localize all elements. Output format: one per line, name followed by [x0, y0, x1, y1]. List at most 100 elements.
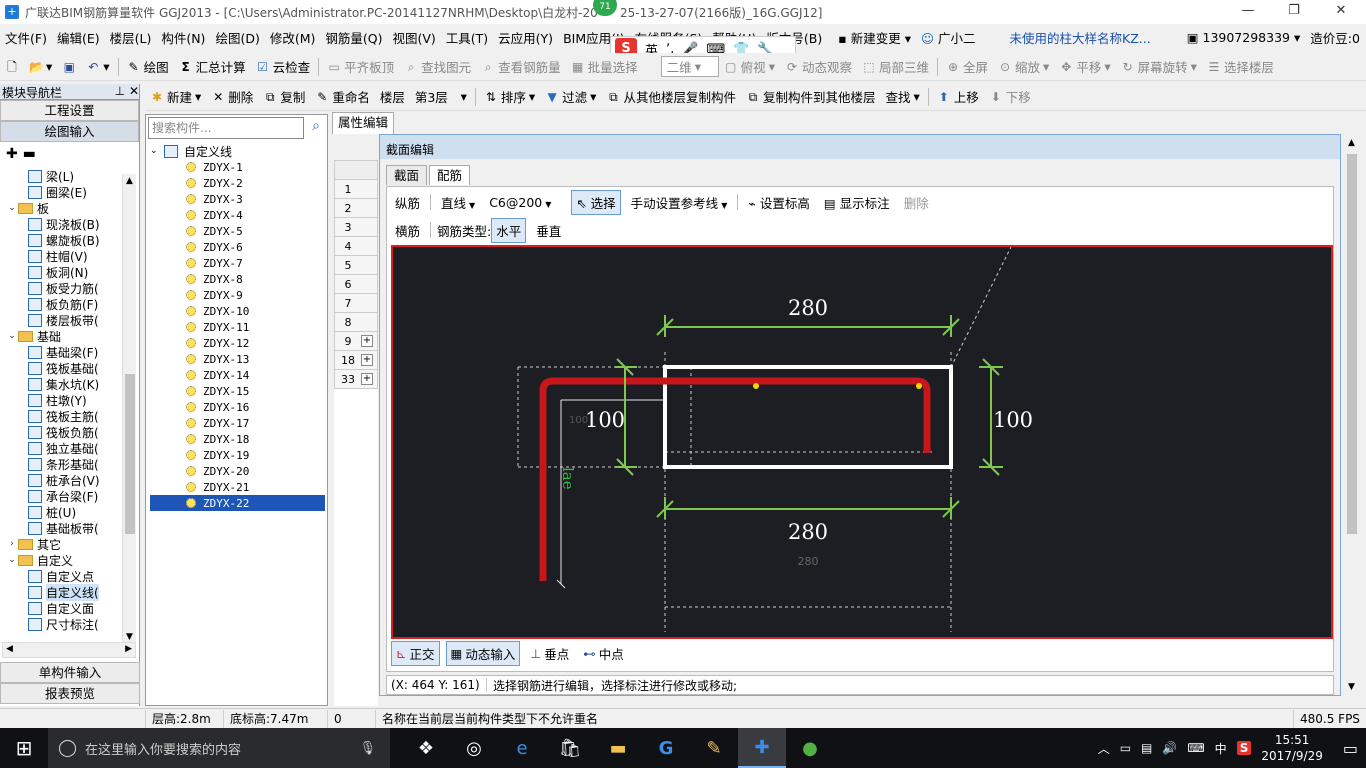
nav-tree-item[interactable]: 基础板带( [0, 520, 122, 536]
browser-360-icon[interactable]: ◎ [450, 728, 498, 768]
component-tree-root[interactable]: ⌄ 自定义线 [150, 143, 325, 159]
nav-tree-item[interactable]: 自定义点 [0, 568, 122, 584]
select-floor-button[interactable]: ☰ 选择楼层 [1202, 57, 1279, 76]
component-item[interactable]: ZDYX-18 [150, 431, 325, 447]
property-row[interactable]: 18 + [334, 351, 378, 370]
nav-tree-item[interactable]: ⌄ 基础 [0, 328, 122, 344]
nav-hscrollbar[interactable]: ◀ ▶ [2, 642, 136, 658]
component-item[interactable]: ZDYX-12 [150, 335, 325, 351]
store-icon[interactable]: 🛍 [546, 728, 594, 768]
ortho-toggle[interactable]: ⊾ 正交 [391, 640, 440, 666]
component-item[interactable]: ZDYX-11 [150, 319, 325, 335]
vertical-toggle[interactable]: 垂直 [532, 219, 565, 242]
component-item[interactable]: ZDYX-5 [150, 223, 325, 239]
expand-icon[interactable]: › [6, 539, 18, 549]
component-item[interactable]: ZDYX-1 [150, 159, 325, 175]
component-item[interactable]: ZDYX-20 [150, 463, 325, 479]
nav-tree-item[interactable]: 筏板负筋( [0, 424, 122, 440]
new-file-button[interactable]: 🗋 [0, 60, 24, 74]
menu-file[interactable]: 文件(F) [0, 28, 52, 47]
view-rebar-button[interactable]: ⌕ 查看钢筋量 [476, 57, 566, 76]
ime-lang-tray[interactable]: 中 [1215, 740, 1227, 757]
nav-tree-item[interactable]: 板负筋(F) [0, 296, 122, 312]
microphone-icon[interactable]: 🎙 [359, 741, 376, 756]
nav-tree-item[interactable]: 桩承台(V) [0, 472, 122, 488]
menu-floor[interactable]: 楼层(L) [105, 28, 157, 47]
property-edit-tab[interactable]: 属性编辑 [332, 112, 394, 134]
rebar-point-end[interactable] [916, 383, 922, 389]
component-search-input[interactable]: 搜索构件... [148, 117, 304, 139]
component-item[interactable]: ZDYX-15 [150, 383, 325, 399]
component-item[interactable]: ZDYX-8 [150, 271, 325, 287]
component-item[interactable]: ZDYX-13 [150, 351, 325, 367]
dynamic-view-button[interactable]: ⟳ 动态观察 [780, 57, 857, 76]
menu-cloud[interactable]: 云应用(Y) [493, 28, 558, 47]
nav-tree-item[interactable]: 桩(U) [0, 504, 122, 520]
green-app-icon[interactable]: ● [786, 728, 834, 768]
new-component-button[interactable]: ✱ 新建 ▾ [145, 87, 206, 106]
line-type-select[interactable]: 直线 ▼ [437, 191, 479, 214]
property-row[interactable]: 4 [334, 237, 378, 256]
keyboard-tray-icon[interactable]: ⌨ [1187, 741, 1204, 755]
expand-collapse-buttons[interactable]: ✚ ▬ [0, 142, 139, 166]
menu-draw[interactable]: 绘图(D) [210, 28, 264, 47]
search-icon[interactable]: ⌕ [306, 118, 326, 138]
expand-row-icon[interactable]: + [361, 373, 373, 385]
task-view-icon[interactable]: ❖ [402, 728, 450, 768]
nav-tree-item[interactable]: 板受力筋( [0, 280, 122, 296]
expand-row-icon[interactable]: + [361, 335, 373, 347]
close-button[interactable]: ✕ [1318, 0, 1364, 24]
rotate-button[interactable]: ↻ 屏幕旋转 ▾ [1116, 57, 1202, 76]
section-drawing[interactable]: 280 280 280 100 100 100 lae [393, 246, 1331, 637]
nav-tree-item[interactable]: ⌄ 自定义 [0, 552, 122, 568]
collapse-icon[interactable]: ⌄ [6, 555, 18, 565]
copy-button[interactable]: ⧉ 复制 [258, 87, 310, 106]
file-explorer-icon[interactable]: ▬ [594, 728, 642, 768]
right-scrollbar[interactable]: ▲ ▼ [1344, 134, 1360, 696]
nav-tree-item[interactable]: 筏板主筋( [0, 408, 122, 424]
new-change-menu[interactable]: ▪ 新建变更 ▾ [833, 28, 916, 47]
horizontal-bar-button[interactable]: 横筋 [391, 219, 424, 242]
component-item[interactable]: ZDYX-22 [150, 495, 325, 511]
top-view-button[interactable]: ▢ 俯视 ▾ [719, 57, 780, 76]
cloud-check-button[interactable]: ☑ 云检查 [251, 57, 316, 76]
set-mark-button[interactable]: ⌁ 设置标高 [744, 191, 814, 214]
nav-tree-item[interactable]: 筏板基础( [0, 360, 122, 376]
collapse-icon[interactable]: ⌄ [150, 146, 164, 156]
filter-button[interactable]: ▼ 过滤 ▾ [540, 87, 601, 106]
midpoint-toggle[interactable]: ⊷ 中点 [579, 642, 628, 665]
nav-tree-item[interactable]: 圈梁(E) [0, 184, 122, 200]
delete-button[interactable]: ✕ 删除 [206, 87, 258, 106]
tab-section[interactable]: 截面 [386, 165, 428, 185]
user-account[interactable]: ▣ 13907298339 ▾ [1182, 30, 1306, 45]
dim-right-label[interactable]: 100 [993, 408, 1033, 432]
batch-select-button[interactable]: ▦ 批量选择 [566, 57, 643, 76]
nav-scrollbar[interactable]: ▲ ▼ [122, 174, 136, 644]
nav-tree-item[interactable]: 自定义线( [0, 583, 122, 601]
notice-text[interactable]: 未使用的柱大样名称KZ... [1005, 28, 1156, 47]
property-row[interactable]: 3 [334, 218, 378, 237]
notification-badge[interactable]: 71 [593, 0, 617, 16]
nav-tree-item[interactable]: 条形基础( [0, 456, 122, 472]
battery-icon[interactable]: ▭ [1120, 741, 1131, 755]
dim-bottom-label[interactable]: 280 [788, 520, 828, 544]
lae-label[interactable]: lae [559, 467, 577, 490]
property-row[interactable]: 9 + [334, 332, 378, 351]
property-row[interactable]: 5 [334, 256, 378, 275]
property-row[interactable]: 2 [334, 199, 378, 218]
clock[interactable]: 15:51 2017/9/29 [1261, 732, 1323, 764]
tab-rebar[interactable]: 配筋 [429, 165, 471, 185]
property-row[interactable]: 6 [334, 275, 378, 294]
copy-from-floor-button[interactable]: ⧉ 从其他楼层复制构件 [601, 87, 741, 106]
longitudinal-button[interactable]: 纵筋 [391, 191, 424, 214]
edge-icon[interactable]: e [498, 728, 546, 768]
ggj-app-icon[interactable]: ✚ [738, 728, 786, 768]
component-item[interactable]: ZDYX-4 [150, 207, 325, 223]
select-button[interactable]: ⇖ 选择 [571, 189, 621, 215]
property-row[interactable]: 7 [334, 294, 378, 313]
find-elem-button[interactable]: ⌕ 查找图元 [399, 57, 476, 76]
nav-tree-item[interactable]: 柱帽(V) [0, 248, 122, 264]
ref-line-button[interactable]: 手动设置参考线 ▼ [627, 191, 732, 214]
find-button[interactable]: 查找 ▾ [880, 87, 924, 106]
local-3d-button[interactable]: ⬚ 局部三维 [857, 57, 934, 76]
